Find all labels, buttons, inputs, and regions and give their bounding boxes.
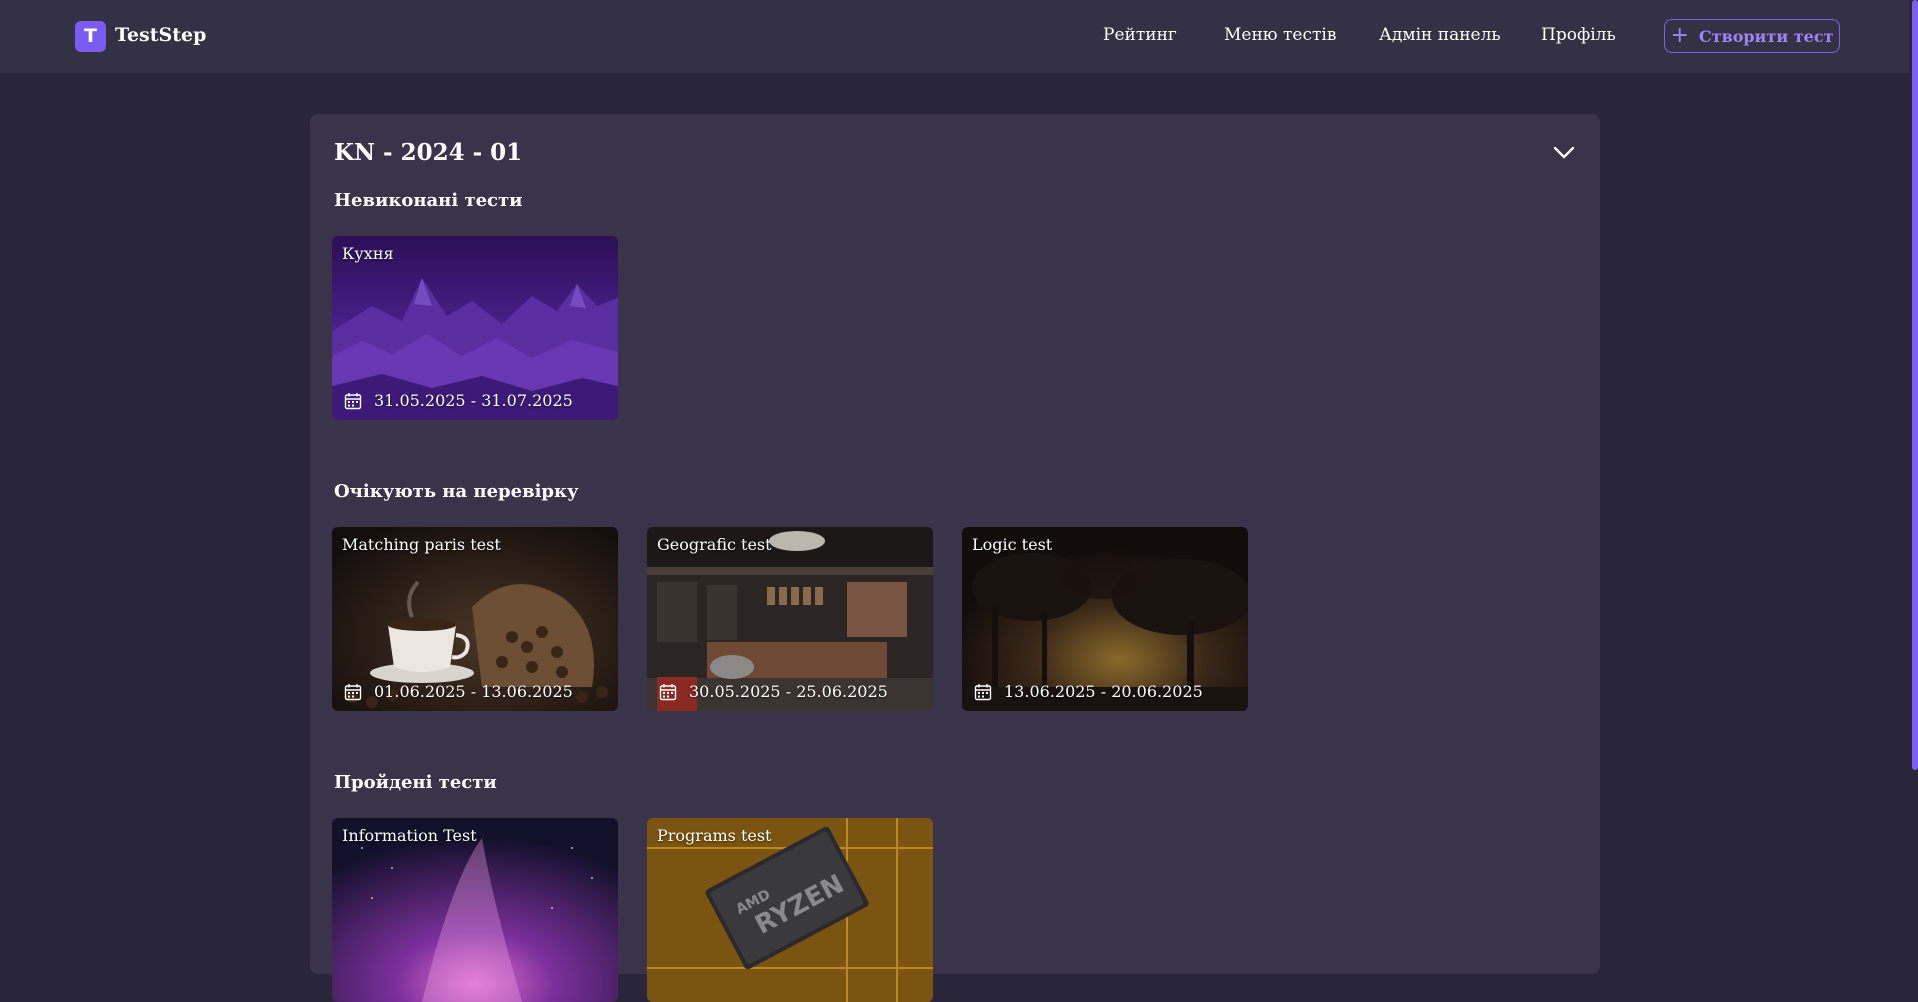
section-title-pending: Очікують на перевірку xyxy=(334,481,579,502)
card-title: Programs test xyxy=(657,826,772,845)
test-card-matching-paris[interactable]: Matching paris test 01.06.2025 - 13.06.2… xyxy=(332,527,618,711)
chevron-down-icon[interactable] xyxy=(1552,141,1576,165)
logo-icon[interactable]: T xyxy=(75,21,106,52)
card-date-range: 01.06.2025 - 13.06.2025 xyxy=(374,682,573,701)
section-title-passed: Пройдені тести xyxy=(334,772,497,793)
calendar-icon xyxy=(344,683,362,700)
nav-admin-panel[interactable]: Адмін панель xyxy=(1379,25,1501,45)
card-title: Logic test xyxy=(972,535,1053,554)
test-card-kitchen[interactable]: Кухня 31.05.2025 - 31.07.2025 xyxy=(332,236,618,420)
card-title: Кухня xyxy=(342,244,394,263)
nav-tests-menu[interactable]: Меню тестів xyxy=(1224,25,1336,45)
test-card-geografic[interactable]: Geografic test 30.05.2025 - 25.06.2025 xyxy=(647,527,933,711)
nav-rating[interactable]: Рейтинг xyxy=(1103,25,1177,45)
card-title: Information Test xyxy=(342,826,477,845)
card-date-range: 13.06.2025 - 20.06.2025 xyxy=(1004,682,1203,701)
plus-icon: + xyxy=(1670,23,1689,48)
card-dates: 30.05.2025 - 25.06.2025 xyxy=(659,682,888,701)
top-navigation-bar: T TestStep Рейтинг Меню тестів Адмін пан… xyxy=(0,0,1918,73)
calendar-icon xyxy=(974,683,992,700)
card-title: Geografic test xyxy=(657,535,772,554)
section-title-incomplete: Невиконані тести xyxy=(334,190,523,211)
calendar-icon xyxy=(659,683,677,700)
nav-profile[interactable]: Профіль xyxy=(1541,25,1616,45)
create-test-button[interactable]: + Створити тест xyxy=(1664,19,1840,53)
brand-name[interactable]: TestStep xyxy=(115,24,206,46)
scrollbar-thumb[interactable] xyxy=(1912,0,1918,770)
test-card-information[interactable]: Information Test xyxy=(332,818,618,1002)
card-dates: 01.06.2025 - 13.06.2025 xyxy=(344,682,573,701)
test-card-logic[interactable]: Logic test 13.06.2025 - 20.06.2025 xyxy=(962,527,1248,711)
group-title: KN - 2024 - 01 xyxy=(334,139,523,166)
card-dates: 13.06.2025 - 20.06.2025 xyxy=(974,682,1203,701)
calendar-icon xyxy=(344,392,362,409)
card-title: Matching paris test xyxy=(342,535,501,554)
card-image-cpu: AMD RYZEN xyxy=(647,818,933,1002)
card-date-range: 31.05.2025 - 31.07.2025 xyxy=(374,391,573,410)
card-image-aurora xyxy=(332,818,618,1002)
card-dates: 31.05.2025 - 31.07.2025 xyxy=(344,391,573,410)
create-test-label: Створити тест xyxy=(1698,26,1834,46)
test-card-programs[interactable]: AMD RYZEN Programs test xyxy=(647,818,933,1002)
card-date-range: 30.05.2025 - 25.06.2025 xyxy=(689,682,888,701)
